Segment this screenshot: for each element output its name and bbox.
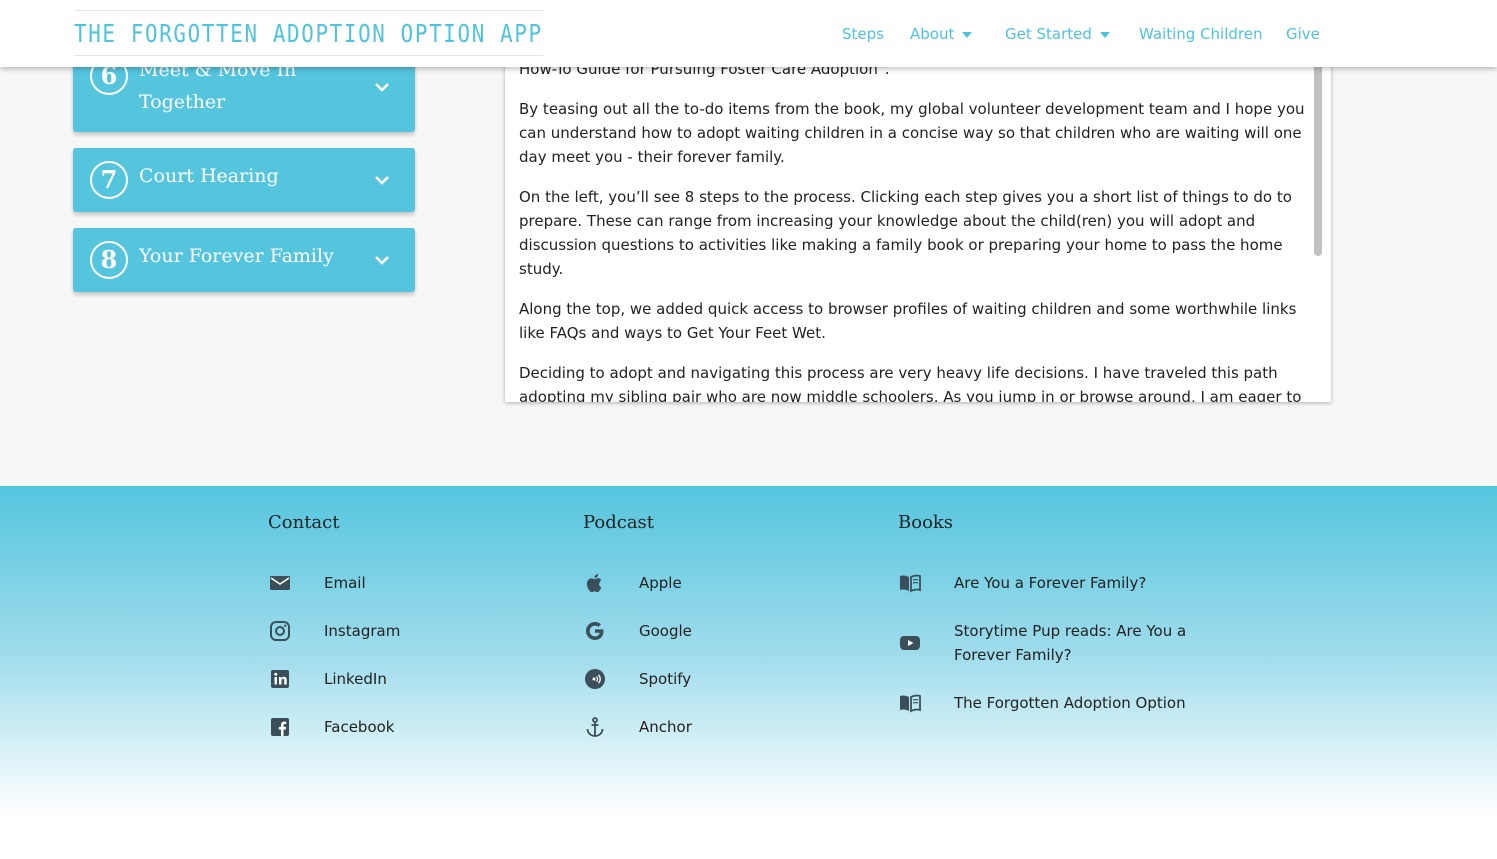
chevron-down-icon: [375, 256, 389, 265]
step-7-accordion[interactable]: 7 Court Hearing: [73, 148, 415, 212]
instagram-icon: [270, 621, 290, 641]
step-number-badge: 8: [90, 241, 128, 279]
footer-link-storytime-video[interactable]: Storytime Pup reads: Are You a Forever F…: [954, 619, 1186, 667]
footer-contact-title: Contact: [268, 512, 340, 533]
apple-icon: [586, 573, 602, 593]
nav-get-started[interactable]: Get Started: [1005, 22, 1110, 46]
content-paragraph: By teasing out all the to-do items from …: [519, 100, 1305, 166]
book-icon: [900, 694, 921, 713]
footer-link-instagram[interactable]: Instagram: [324, 619, 400, 643]
nav-waiting-children[interactable]: Waiting Children: [1139, 22, 1263, 46]
step-8-accordion[interactable]: 8 Your Forever Family: [73, 228, 415, 292]
step-label: Your Forever Family: [139, 245, 334, 267]
nav-about[interactable]: About: [910, 22, 973, 46]
chevron-down-icon: [375, 83, 389, 92]
footer-podcast-title: Podcast: [583, 512, 655, 533]
top-header: THE FORGOTTEN ADOPTION OPTION APP Steps …: [0, 0, 1497, 67]
nav-get-started-label: Get Started: [1005, 25, 1092, 43]
content-paragraph: On the left, you’ll see 8 steps to the p…: [519, 188, 1292, 278]
video-link-line1: Storytime Pup reads: Are You a: [954, 622, 1187, 640]
footer-link-facebook[interactable]: Facebook: [324, 715, 394, 739]
caret-down-icon: [1099, 31, 1110, 38]
footer-books-title: Books: [898, 512, 954, 533]
content-paragraph: Deciding to adopt and navigating this pr…: [519, 364, 1302, 402]
footer-link-linkedin[interactable]: LinkedIn: [324, 667, 387, 691]
nav-give[interactable]: Give: [1286, 22, 1320, 46]
google-icon: [586, 622, 604, 640]
footer-link-spotify[interactable]: Spotify: [639, 667, 691, 691]
facebook-icon: [271, 718, 289, 736]
email-icon: [270, 576, 290, 590]
chevron-down-icon: [375, 176, 389, 185]
footer-link-email[interactable]: Email: [324, 571, 366, 595]
video-link-line2: Forever Family?: [954, 646, 1072, 664]
main-nav: Steps About Get Started Waiting Children…: [0, 22, 1497, 46]
nav-steps[interactable]: Steps: [842, 22, 884, 46]
youtube-icon: [900, 636, 920, 650]
step-label-line2: Together: [139, 91, 226, 113]
scrollbar-thumb[interactable]: [1314, 40, 1322, 256]
footer-link-book-forever-family[interactable]: Are You a Forever Family?: [954, 571, 1146, 595]
step-label: Court Hearing: [139, 165, 279, 187]
intro-text: How-To Guide for Pursuing Foster Care Ad…: [519, 57, 1305, 402]
linkedin-icon: [271, 670, 289, 688]
caret-down-icon: [962, 31, 973, 38]
nav-about-label: About: [910, 25, 955, 43]
footer-link-anchor[interactable]: Anchor: [639, 715, 692, 739]
site-footer: Contact Email Instagram LinkedIn Faceboo…: [0, 486, 1497, 859]
intro-content-panel[interactable]: How-To Guide for Pursuing Foster Care Ad…: [505, 40, 1331, 402]
podcast-icon: [585, 669, 605, 689]
anchor-icon: [586, 717, 604, 737]
content-paragraph: Along the top, we added quick access to …: [519, 300, 1297, 342]
footer-link-book-forgotten-option[interactable]: The Forgotten Adoption Option: [954, 691, 1186, 715]
book-icon: [900, 574, 921, 593]
footer-link-google[interactable]: Google: [639, 619, 692, 643]
step-number-badge: 7: [90, 161, 128, 199]
footer-link-apple[interactable]: Apple: [639, 571, 682, 595]
